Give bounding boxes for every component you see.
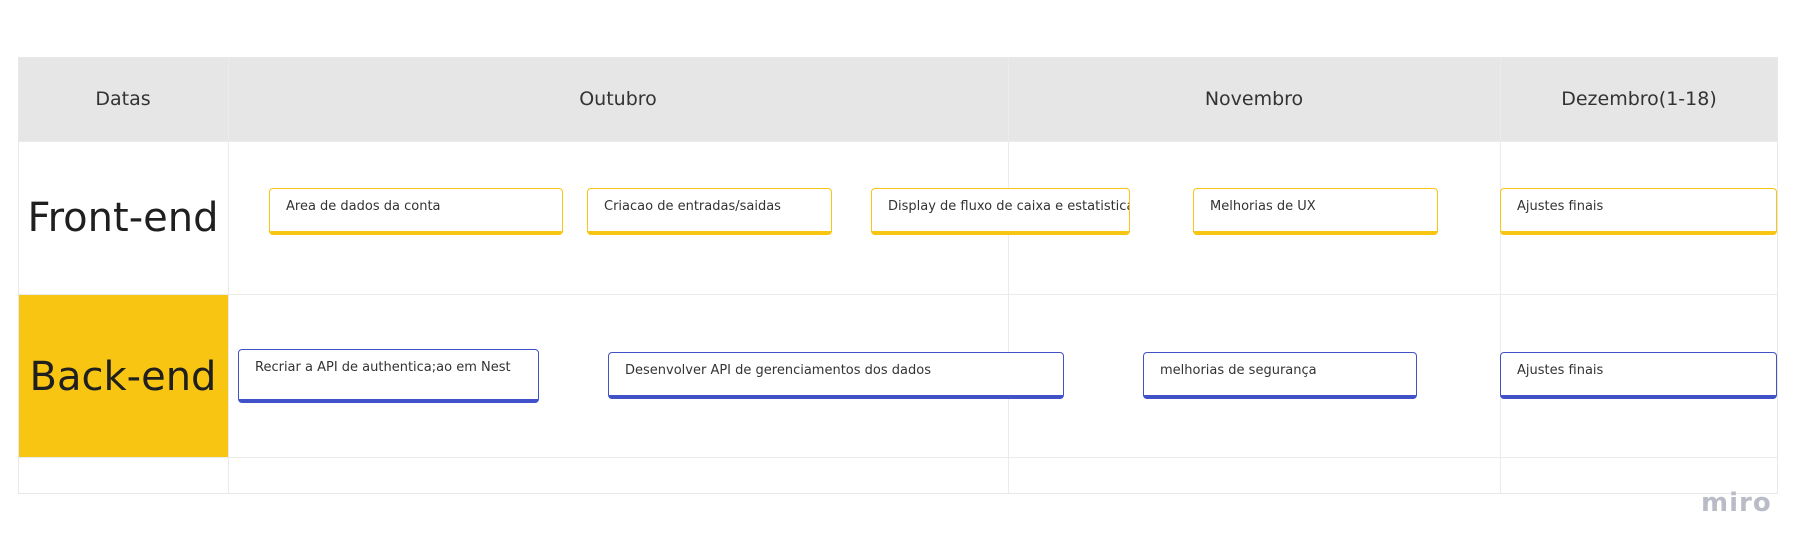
backend-task-card[interactable]: Ajustes finais xyxy=(1500,352,1777,399)
header-month-outubro: Outubro xyxy=(579,88,657,110)
frontend-task-card[interactable]: Area de dados da conta xyxy=(269,188,563,235)
header-dates: Datas xyxy=(95,88,151,110)
backend-task-card[interactable]: Recriar a API de authentica;ao em Nest xyxy=(238,349,539,403)
backend-task-card[interactable]: melhorias de segurança xyxy=(1143,352,1417,399)
row-label-backend: Back-end xyxy=(29,353,217,400)
frontend-task-card[interactable]: Melhorias de UX xyxy=(1193,188,1438,235)
row-label-frontend: Front-end xyxy=(27,194,219,241)
header-month-dezembro: Dezembro(1-18) xyxy=(1561,88,1717,110)
frontend-task-card[interactable]: Ajustes finais xyxy=(1500,188,1777,235)
timeline-board: Datas Outubro Novembro Dezembro(1-18) Fr… xyxy=(18,57,1778,494)
backend-task-card[interactable]: Desenvolver API de gerenciamentos dos da… xyxy=(608,352,1064,399)
frontend-task-card[interactable]: Criacao de entradas/saidas xyxy=(587,188,832,235)
frontend-task-card[interactable]: Display de fluxo de caixa e estatisticas xyxy=(871,188,1130,235)
miro-logo: miro xyxy=(1701,488,1772,518)
header-month-novembro: Novembro xyxy=(1204,88,1304,110)
